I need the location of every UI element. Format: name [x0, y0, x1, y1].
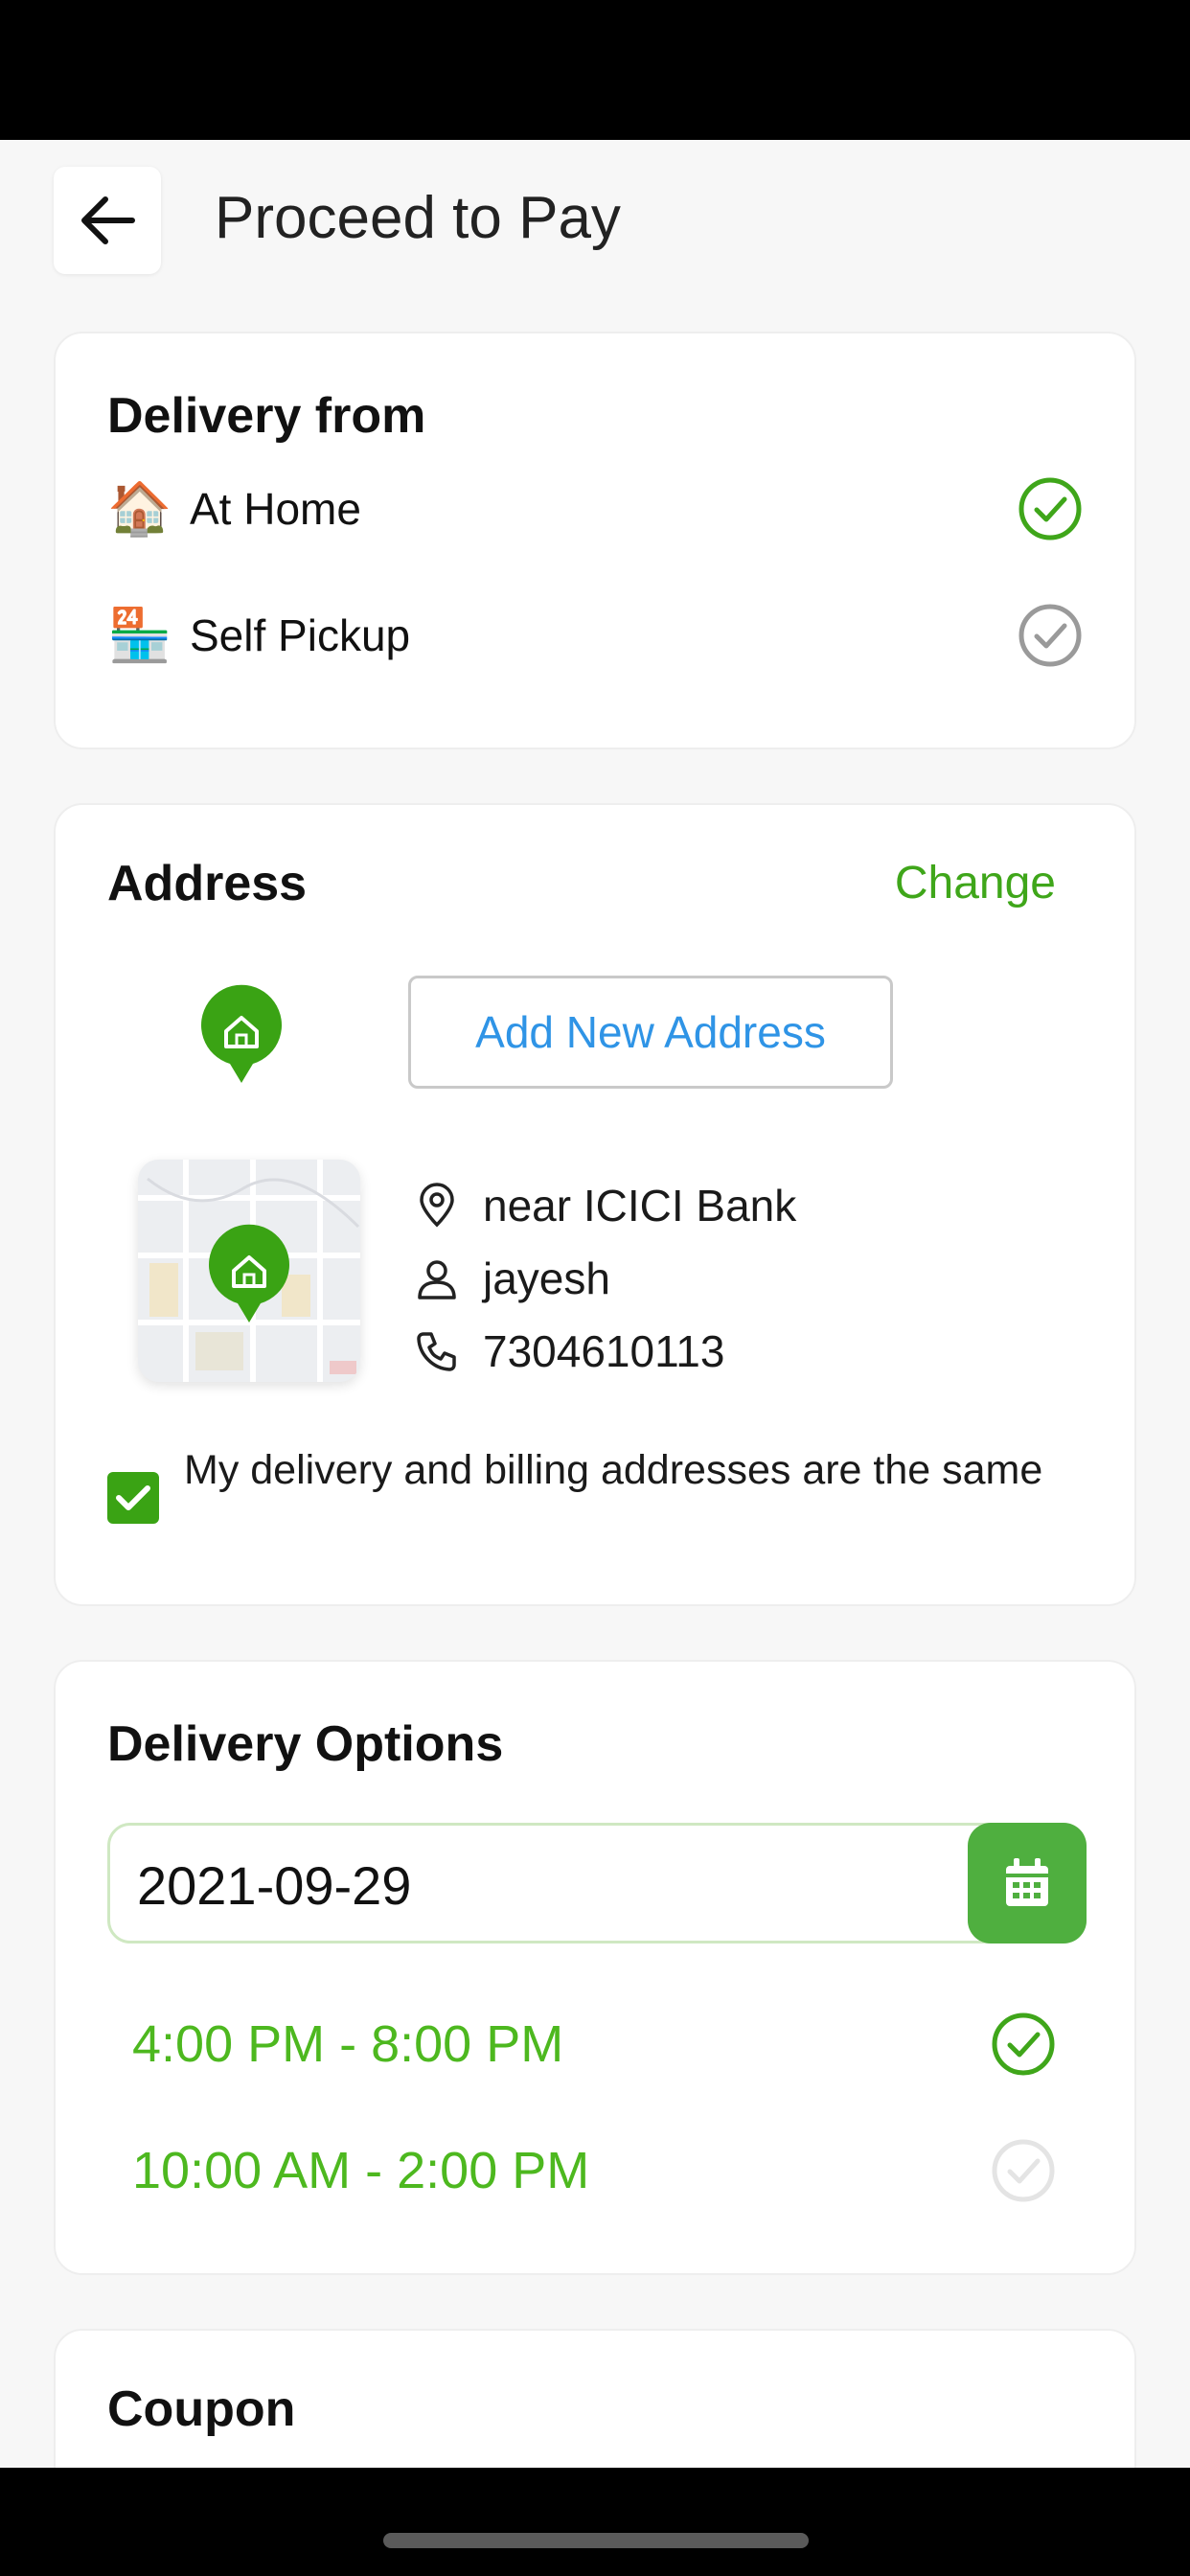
back-button[interactable]: [54, 167, 161, 274]
calendar-button[interactable]: [968, 1823, 1087, 1944]
time-slot-label: 4:00 PM - 8:00 PM: [132, 2015, 564, 2073]
address-location: near ICICI Bank: [483, 1181, 797, 1230]
address-location-line: near ICICI Bank: [414, 1175, 796, 1236]
store-icon: 🏪: [107, 607, 172, 664]
address-phone-line: 7304610113: [414, 1321, 724, 1382]
phone-icon: [417, 1332, 456, 1371]
delivery-from-card: Delivery from 🏠 At Home 🏪 Self Pickup: [54, 332, 1136, 749]
time-slot-label: 10:00 AM - 2:00 PM: [132, 2142, 590, 2199]
checkmark-icon: [116, 1485, 150, 1510]
header: Proceed to Pay: [0, 140, 1190, 303]
delivery-options-card: Delivery Options 2021-09-29 4:00 PM - 8:…: [54, 1660, 1136, 2275]
delivery-options-title: Delivery Options: [107, 1716, 504, 1772]
house-icon: 🏠: [107, 480, 172, 538]
home-pin-icon: [201, 984, 282, 1083]
time-slot-10am-2pm[interactable]: 10:00 AM - 2:00 PM: [132, 2128, 1056, 2214]
check-circle-unselected-icon: [992, 2139, 1055, 2202]
delivery-option-at-home[interactable]: 🏠 At Home: [107, 466, 1083, 552]
status-bar: [0, 0, 1190, 140]
page-title: Proceed to Pay: [215, 185, 621, 251]
check-circle-unselected-icon: [1018, 604, 1082, 667]
address-name-line: jayesh: [414, 1248, 610, 1309]
address-name: jayesh: [483, 1254, 610, 1303]
map-thumbnail: [138, 1160, 360, 1382]
arrow-left-icon: [81, 196, 135, 244]
time-slot-4pm-8pm[interactable]: 4:00 PM - 8:00 PM: [132, 2001, 1056, 2087]
home-indicator[interactable]: [383, 2533, 809, 2548]
location-pin-icon: [420, 1183, 454, 1228]
billing-same-label: My delivery and billing addresses are th…: [184, 1447, 1043, 1493]
address-phone: 7304610113: [483, 1326, 725, 1376]
delivery-from-title: Delivery from: [107, 388, 426, 444]
delivery-option-label: Self Pickup: [190, 610, 411, 660]
change-address-link[interactable]: Change: [895, 857, 1056, 909]
user-icon: [418, 1260, 456, 1300]
coupon-title: Coupon: [107, 2381, 296, 2437]
home-pin-icon: [209, 1224, 289, 1322]
address-title: Address: [107, 856, 308, 911]
add-new-address-button[interactable]: Add New Address: [408, 976, 893, 1089]
delivery-option-label: At Home: [190, 484, 361, 534]
delivery-date-value: 2021-09-29: [137, 1855, 412, 1916]
address-card: Address Change Add New Address near ICIC…: [54, 803, 1136, 1606]
delivery-option-self-pickup[interactable]: 🏪 Self Pickup: [107, 592, 1083, 678]
calendar-icon: [1006, 1858, 1048, 1906]
billing-same-checkbox[interactable]: [107, 1472, 159, 1524]
delivery-date-field[interactable]: 2021-09-29: [107, 1823, 1087, 1944]
check-circle-selected-icon: [1018, 477, 1082, 540]
bottom-bar: [0, 2468, 1190, 2576]
check-circle-selected-icon: [992, 2012, 1055, 2076]
